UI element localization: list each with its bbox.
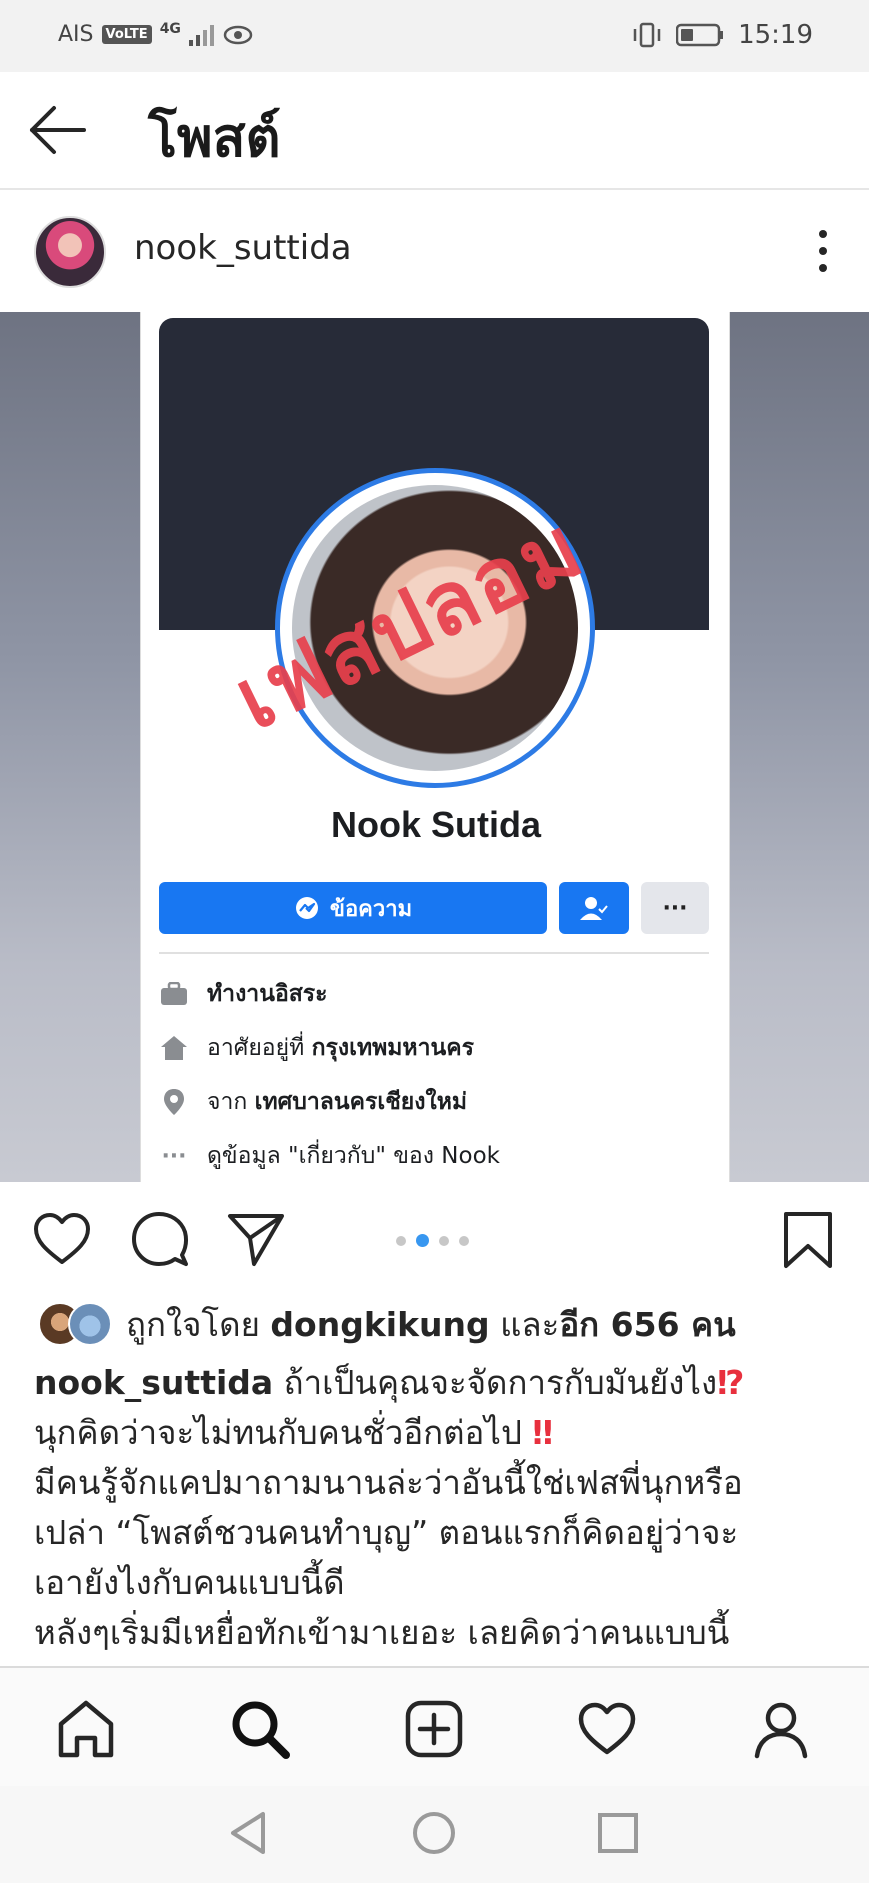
post-actions: [0, 1182, 869, 1292]
more-options-icon[interactable]: [817, 230, 829, 274]
caption-line: เอายังไงกับคนแบบนี้ดี: [34, 1563, 345, 1602]
carousel-indicator: [396, 1234, 469, 1247]
caption-text: นุกคิดว่าจะไม่ทนกับคนชั่วอีกต่อไป: [34, 1413, 522, 1452]
arrow-left-icon[interactable]: [26, 102, 88, 158]
info-lives-prefix: อาศัยอยู่ที่: [207, 1035, 312, 1061]
info-from: จาก เทศบาลนครเชียงใหม่: [159, 1082, 709, 1122]
battery-icon: [676, 23, 724, 47]
profile-icon[interactable]: [750, 1698, 812, 1760]
likes-user[interactable]: dongkikung: [270, 1305, 489, 1344]
system-recents-icon[interactable]: [593, 1808, 643, 1858]
caption-line: นุกคิดว่าจะไม่ทนกับคนชั่วอีกต่อไป ‼: [34, 1408, 844, 1458]
info-from-city: เทศบาลนครเชียงใหม่: [254, 1089, 468, 1115]
search-icon[interactable]: [229, 1698, 291, 1760]
avatar[interactable]: [34, 216, 106, 288]
system-navigation-bar: [0, 1786, 869, 1883]
status-bar-right: 15:19: [632, 20, 813, 50]
carrier-label: AIS: [58, 22, 94, 47]
comment-icon[interactable]: [130, 1210, 190, 1270]
message-button-label: ข้อความ: [329, 896, 413, 922]
carousel-dot-active: [416, 1234, 429, 1247]
double-exclamation-emoji: ‼: [532, 1413, 554, 1452]
activity-heart-icon[interactable]: [576, 1698, 638, 1760]
carousel-dot: [459, 1235, 469, 1246]
status-bar: AIS VoLTE 4G 15:19: [0, 0, 869, 72]
message-button: ข้อความ: [159, 882, 547, 934]
info-about-link: ดูข้อมูล "เกี่ยวกับ" ของ Nook: [207, 1143, 500, 1169]
liker-avatar: [68, 1302, 112, 1346]
briefcase-icon: [159, 979, 189, 1009]
signal-icon: [188, 24, 214, 46]
likes-count[interactable]: อีก 656 คน: [559, 1298, 735, 1351]
carousel-dot: [439, 1235, 449, 1246]
friend-button: [559, 882, 629, 934]
profile-name: Nook Sutida: [330, 804, 541, 845]
info-about: ··· ดูข้อมูล "เกี่ยวกับ" ของ Nook: [159, 1136, 709, 1176]
likes-line[interactable]: ถูกใจโดย dongkikung และ อีก 656 คน: [38, 1296, 736, 1352]
likes-middle: และ: [489, 1304, 560, 1344]
post-header: nook_suttida: [0, 192, 869, 312]
heart-icon[interactable]: [32, 1210, 92, 1270]
more-button: ···: [641, 882, 709, 934]
system-back-icon[interactable]: [225, 1808, 275, 1858]
home-icon[interactable]: [55, 1698, 117, 1760]
info-work-text: ทำงานอิสระ: [207, 981, 328, 1007]
post-username[interactable]: nook_suttida: [134, 228, 352, 268]
info-from-prefix: จาก: [207, 1089, 255, 1115]
location-pin-icon: [159, 1087, 189, 1117]
interrobang-emoji: ⁉: [717, 1363, 745, 1402]
caption-line: เปล่า “โพสต์ชวนคนทำบุญ” ตอนแรกก็คิดอยู่ว…: [34, 1513, 739, 1552]
caption-line: มีคนรู้จักแคปมาถามนานล่ะว่าอันนี้ใช่เฟสพ…: [34, 1463, 743, 1502]
caption-line: หลังๆเริ่มมีเหยื่อทักเข้ามาเยอะ เลยคิดว่…: [34, 1613, 730, 1652]
likes-prefix: ถูกใจโดย: [126, 1304, 271, 1344]
post-media[interactable]: Nook Sutida เฟสปลอม ข้อความ ··· ทำงานอิส…: [0, 312, 869, 1182]
bookmark-icon[interactable]: [778, 1210, 838, 1270]
eye-icon: [223, 25, 253, 44]
status-bar-left: AIS VoLTE 4G: [58, 20, 253, 47]
post-caption: nook_suttida ถ้าเป็นคุณจะจัดการกับมันยัง…: [34, 1358, 844, 1658]
network-type: 4G: [159, 20, 181, 37]
carousel-dot: [396, 1235, 406, 1246]
new-post-icon[interactable]: [403, 1698, 465, 1760]
divider: [159, 952, 709, 954]
facebook-profile-screenshot: Nook Sutida เฟสปลอม ข้อความ ··· ทำงานอิส…: [140, 312, 730, 1182]
bottom-navigation: [0, 1666, 869, 1786]
messenger-icon: [295, 897, 318, 919]
info-work: ทำงานอิสระ: [159, 974, 709, 1014]
info-lives-city: กรุงเทพมหานคร: [311, 1035, 474, 1061]
friend-check-icon: [580, 897, 608, 920]
system-home-icon[interactable]: [409, 1808, 459, 1858]
vibrate-icon: [633, 22, 661, 48]
caption-text: ถ้าเป็นคุณจะจัดการกับมันยังไง: [273, 1363, 718, 1402]
info-lives: อาศัยอยู่ที่ กรุงเทพมหานคร: [159, 1028, 709, 1068]
clock: 15:19: [738, 20, 813, 50]
send-icon[interactable]: [226, 1210, 286, 1270]
page-title: โพสต์: [148, 106, 281, 169]
home-icon: [159, 1033, 189, 1063]
volte-badge: VoLTE: [101, 25, 152, 44]
app-header: โพสต์: [0, 72, 869, 190]
caption-username[interactable]: nook_suttida: [34, 1363, 273, 1402]
ellipsis-icon: ···: [161, 1143, 187, 1169]
caption-line: nook_suttida ถ้าเป็นคุณจะจัดการกับมันยัง…: [34, 1358, 844, 1408]
